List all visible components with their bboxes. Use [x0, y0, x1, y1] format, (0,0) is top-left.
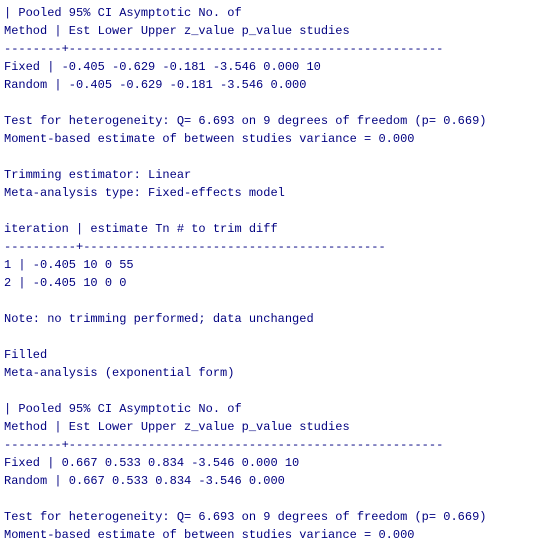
- table1-row-random: Random | -0.405 -0.629 -0.181 -3.546 0.0…: [4, 76, 550, 94]
- iteration-divider: ----------+-----------------------------…: [4, 238, 550, 256]
- blank-line: [4, 328, 550, 346]
- heterogeneity2-line2: Moment-based estimate of between studies…: [4, 526, 550, 544]
- blank-line: [4, 148, 550, 166]
- trimming-note: Note: no trimming performed; data unchan…: [4, 310, 550, 328]
- blank-line: [4, 382, 550, 400]
- iteration-row-1: 1 | -0.405 10 0 55: [4, 256, 550, 274]
- blank-line: [4, 490, 550, 508]
- table1-header-line1: | Pooled 95% CI Asymptotic No. of: [4, 4, 550, 22]
- trimming-estimator-line: Trimming estimator: Linear: [4, 166, 550, 184]
- blank-line: [4, 94, 550, 112]
- heterogeneity-line1: Test for heterogeneity: Q= 6.693 on 9 de…: [4, 112, 550, 130]
- table1-divider: --------+-------------------------------…: [4, 40, 550, 58]
- iteration-header: iteration | estimate Tn # to trim diff: [4, 220, 550, 238]
- table1-header-line2: Method | Est Lower Upper z_value p_value…: [4, 22, 550, 40]
- table2-row-fixed: Fixed | 0.667 0.533 0.834 -3.546 0.000 1…: [4, 454, 550, 472]
- table2-divider: --------+-------------------------------…: [4, 436, 550, 454]
- table2-row-random: Random | 0.667 0.533 0.834 -3.546 0.000: [4, 472, 550, 490]
- output-block: | Pooled 95% CI Asymptotic No. of Method…: [4, 4, 550, 544]
- iteration-row-2: 2 | -0.405 10 0 0: [4, 274, 550, 292]
- table2-header-line1: | Pooled 95% CI Asymptotic No. of: [4, 400, 550, 418]
- meta-analysis-type-line: Meta-analysis type: Fixed-effects model: [4, 184, 550, 202]
- blank-line: [4, 202, 550, 220]
- filled-line2: Meta-analysis (exponential form): [4, 364, 550, 382]
- heterogeneity2-line1: Test for heterogeneity: Q= 6.693 on 9 de…: [4, 508, 550, 526]
- table1-row-fixed: Fixed | -0.405 -0.629 -0.181 -3.546 0.00…: [4, 58, 550, 76]
- filled-line1: Filled: [4, 346, 550, 364]
- heterogeneity-line2: Moment-based estimate of between studies…: [4, 130, 550, 148]
- blank-line: [4, 292, 550, 310]
- table2-header-line2: Method | Est Lower Upper z_value p_value…: [4, 418, 550, 436]
